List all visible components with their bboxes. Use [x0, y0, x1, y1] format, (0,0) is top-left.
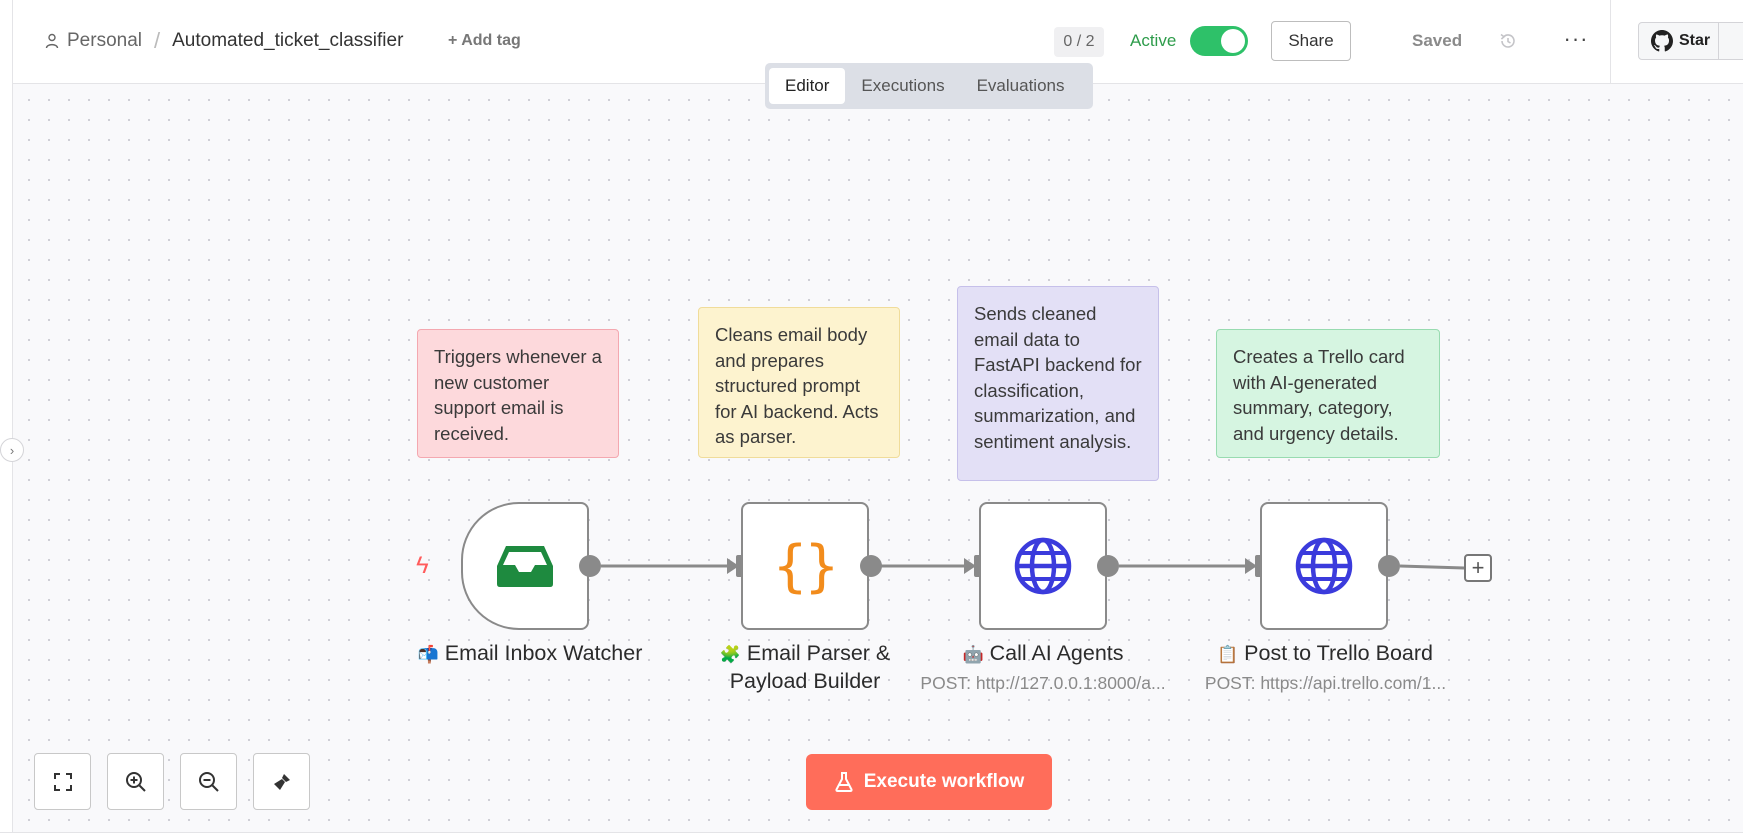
fit-view-button[interactable] [34, 753, 91, 810]
sticky-note-trello[interactable]: Creates a Trello card with AI-generated … [1216, 329, 1440, 458]
tidy-up-button[interactable] [253, 753, 310, 810]
tab-editor[interactable]: Editor [769, 68, 846, 104]
node-label-ai: 🤖 Call AI Agents [938, 640, 1148, 668]
sticky-note-parser[interactable]: Cleans email body and prepares structure… [698, 307, 900, 458]
output-handle-trigger[interactable] [579, 555, 601, 577]
breadcrumb-project[interactable]: Personal [67, 30, 142, 52]
more-options-button[interactable]: ··· [1562, 24, 1590, 54]
node-name-ai: Call AI Agents [989, 641, 1124, 665]
left-sidebar-strip [0, 0, 13, 839]
node-subtitle-ai: POST: http://127.0.0.1:8000/a... [920, 673, 1166, 693]
star-count-divider [1718, 22, 1719, 60]
view-tabs: Editor Executions Evaluations [765, 63, 1093, 109]
clipboard-emoji-icon: 📋 [1217, 645, 1239, 664]
node-email-parser[interactable]: {} [741, 502, 869, 630]
node-label-trello: 📋 Post to Trello Board [1195, 640, 1455, 668]
node-label-parser: 🧩 Email Parser & Payload Builder [700, 640, 910, 695]
saved-status: Saved [1412, 31, 1463, 50]
globe-icon [1014, 537, 1072, 595]
active-toggle[interactable] [1190, 26, 1248, 56]
puzzle-emoji-icon: 🧩 [719, 645, 741, 664]
flask-icon [835, 772, 853, 792]
inbox-icon [497, 546, 553, 587]
sticky-note-trigger[interactable]: Triggers whenever a new customer support… [417, 329, 619, 458]
plus-icon: + [1471, 555, 1485, 580]
output-handle-ai[interactable] [1097, 555, 1119, 577]
node-name-parser-line2: Payload Builder [729, 669, 881, 693]
tab-executions[interactable]: Executions [845, 68, 960, 104]
toggle-knob [1221, 29, 1245, 53]
trigger-bolt-icon: ϟ [416, 552, 429, 579]
node-label-trigger: 📬 Email Inbox Watcher [405, 640, 655, 668]
tab-evaluations[interactable]: Evaluations [961, 68, 1081, 104]
zoom-out-button[interactable] [180, 753, 237, 810]
node-name-trello: Post to Trello Board [1244, 641, 1433, 665]
person-icon [45, 33, 59, 49]
robot-emoji-icon: 🤖 [962, 645, 984, 664]
fullscreen-icon [53, 772, 72, 791]
zoom-in-icon [125, 771, 146, 792]
broom-icon [273, 773, 290, 790]
history-icon[interactable] [1498, 31, 1518, 51]
mailbox-emoji-icon: 📬 [417, 645, 439, 664]
counter-badge[interactable]: 0 / 2 [1054, 27, 1104, 57]
output-handle-parser[interactable] [860, 555, 882, 577]
zoom-out-icon [198, 771, 219, 792]
node-name-parser-line1: Email Parser & [746, 641, 891, 665]
execute-workflow-button[interactable]: Execute workflow [806, 754, 1052, 810]
share-button[interactable]: Share [1271, 21, 1351, 61]
workflow-canvas[interactable] [13, 84, 1743, 832]
node-call-ai-agents[interactable] [979, 502, 1107, 630]
add-tag-button[interactable]: + Add tag [448, 32, 521, 50]
globe-icon [1295, 537, 1353, 595]
header-divider [1610, 0, 1611, 84]
output-handle-trello[interactable] [1378, 555, 1400, 577]
execute-workflow-label: Execute workflow [863, 771, 1025, 792]
braces-icon: {} [773, 533, 838, 599]
node-email-inbox-watcher[interactable] [461, 502, 589, 630]
bottom-border [0, 832, 1743, 839]
sticky-note-ai[interactable]: Sends cleaned email data to FastAPI back… [957, 286, 1159, 481]
node-subtitle-trello: POST: https://api.trello.com/1... [1204, 673, 1447, 693]
node-post-to-trello[interactable] [1260, 502, 1388, 630]
breadcrumb-separator: / [154, 28, 161, 53]
workflow-name[interactable]: Automated_ticket_classifier [172, 30, 403, 52]
chevron-right-icon: › [9, 442, 15, 458]
node-name-trigger: Email Inbox Watcher [444, 641, 643, 665]
zoom-in-button[interactable] [107, 753, 164, 810]
github-icon [1651, 30, 1673, 52]
add-node-button[interactable]: + [1464, 554, 1492, 582]
breadcrumb: Personal / Automated_ticket_classifier [45, 28, 403, 54]
star-label: Star [1679, 32, 1711, 49]
github-star-button[interactable]: Star [1638, 22, 1743, 60]
active-label: Active [1130, 31, 1177, 50]
app-root: › Personal / Automated_ticket_classifier… [0, 0, 1743, 839]
sidebar-expand-button[interactable]: › [0, 438, 24, 462]
